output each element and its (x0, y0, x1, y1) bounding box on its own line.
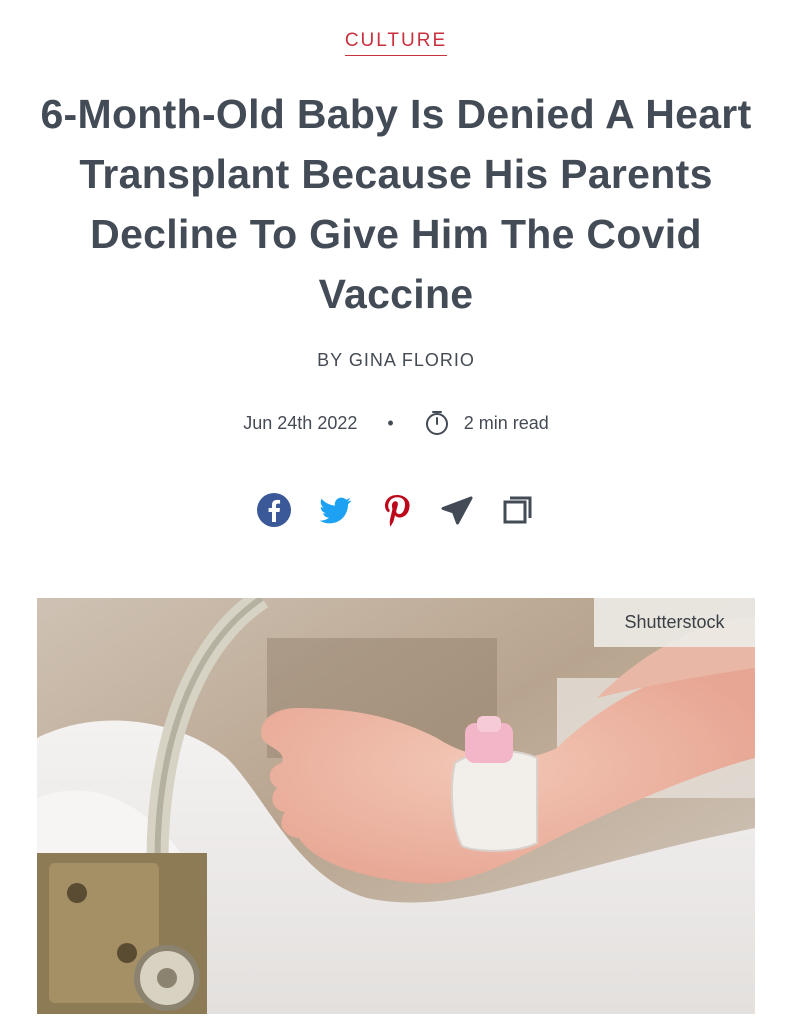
read-time: 2 min read (463, 412, 549, 433)
category-link[interactable]: CULTURE (344, 30, 448, 56)
twitter-share-button[interactable] (317, 492, 353, 528)
pinterest-share-button[interactable] (378, 492, 414, 528)
facebook-share-button[interactable] (256, 492, 292, 528)
share-bar (0, 492, 792, 528)
newborn-foot-photo (37, 598, 755, 1014)
meta-separator: • (387, 412, 394, 433)
facebook-icon (257, 493, 291, 527)
telegram-share-button[interactable] (439, 492, 475, 528)
article-headline: 6-Month-Old Baby Is Denied A Heart Trans… (40, 91, 752, 317)
hero-image: Shutterstock (37, 598, 755, 1014)
author-byline: BY GINA FLORIO (317, 350, 475, 370)
image-credit: Shutterstock (594, 598, 755, 647)
twitter-icon (319, 497, 352, 524)
pinterest-icon (385, 495, 410, 527)
publish-date: Jun 24th 2022 (243, 412, 358, 433)
stopwatch-icon (425, 411, 448, 435)
copy-link-button[interactable] (500, 492, 536, 528)
telegram-icon (441, 496, 473, 525)
article-meta: Jun 24th 2022 • 2 min read (0, 410, 792, 436)
category-tag: CULTURE (0, 30, 792, 56)
copy-link-icon (503, 496, 532, 524)
